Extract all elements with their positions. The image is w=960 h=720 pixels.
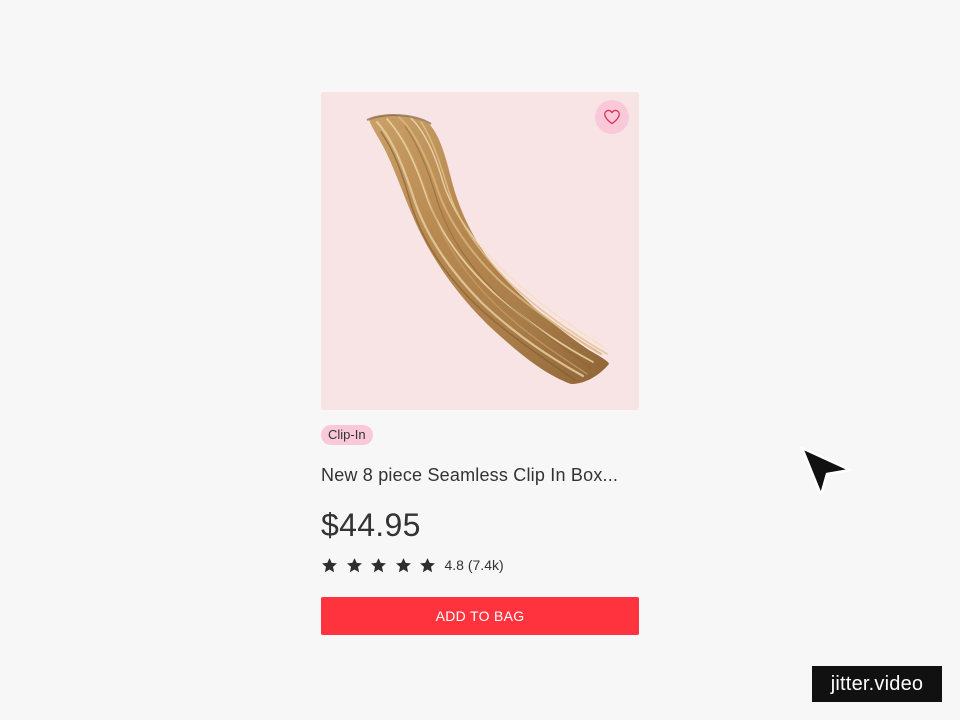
- wishlist-button[interactable]: [595, 100, 629, 134]
- page: Clip-In New 8 piece Seamless Clip In Box…: [0, 0, 960, 720]
- star-icon: [371, 557, 386, 572]
- product-price: $44.95: [321, 507, 421, 543]
- star-icon: [322, 557, 337, 572]
- product-image[interactable]: [321, 92, 639, 410]
- hair-extension-image: [366, 114, 609, 384]
- add-to-bag-button[interactable]: ADD TO BAG: [321, 597, 639, 635]
- star-icon: [420, 557, 435, 572]
- category-badge: Clip-In: [321, 425, 373, 445]
- pointer-cursor-icon: [800, 446, 852, 497]
- product-card: Clip-In New 8 piece Seamless Clip In Box…: [321, 92, 639, 635]
- heart-icon: [604, 109, 620, 125]
- star-icon: [346, 557, 362, 572]
- product-title[interactable]: New 8 piece Seamless Clip In Box...: [321, 464, 639, 486]
- star-icon: [395, 557, 411, 572]
- watermark: jitter.video: [812, 666, 942, 702]
- product-rating: 4.8 (7.4k): [321, 555, 639, 575]
- rating-text: 4.8 (7.4k): [444, 557, 504, 573]
